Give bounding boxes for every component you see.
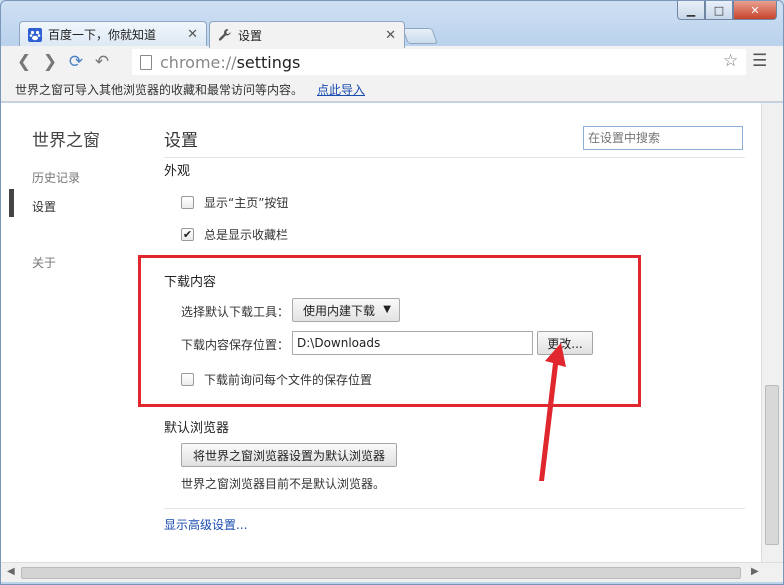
set-default-browser-button[interactable]: 将世界之窗浏览器设置为默认浏览器 bbox=[181, 443, 397, 467]
tab-title: 百度一下，你就知道 bbox=[48, 28, 157, 42]
footer-divider bbox=[164, 508, 745, 509]
undo-icon[interactable]: ↶ bbox=[89, 49, 115, 75]
sidebar-item-history[interactable]: 历史记录 bbox=[32, 169, 80, 186]
scroll-right-icon[interactable]: ▶ bbox=[751, 566, 759, 577]
maximize-button[interactable]: □ bbox=[705, 1, 733, 20]
page-icon bbox=[140, 54, 152, 70]
header-divider bbox=[164, 157, 745, 158]
menu-icon[interactable]: ☰ bbox=[752, 51, 767, 71]
tab-title: 设置 bbox=[238, 28, 263, 43]
forward-icon[interactable]: ❯ bbox=[37, 49, 63, 75]
horizontal-scrollbar[interactable]: ◀ ▶ bbox=[1, 562, 783, 582]
default-browser-section-title: 默认浏览器 bbox=[164, 421, 230, 436]
infobar-message: 世界之窗可导入其他浏览器的收藏和最常访问等内容。 bbox=[15, 83, 304, 97]
window-controls: ▁ □ ✕ bbox=[677, 1, 777, 20]
tab-settings[interactable]: 设置 ✕ bbox=[209, 21, 405, 48]
show-home-label: 显示“主页”按钮 bbox=[204, 196, 289, 210]
arrow-annotation-icon bbox=[539, 343, 566, 481]
back-icon[interactable]: ❮ bbox=[11, 49, 37, 75]
tab-baidu[interactable]: 百度一下，你就知道 ✕ bbox=[19, 21, 207, 47]
sidebar-item-about[interactable]: 关于 bbox=[32, 254, 56, 271]
star-icon[interactable]: ☆ bbox=[723, 51, 738, 71]
close-icon[interactable]: ✕ bbox=[385, 28, 396, 43]
scroll-left-icon[interactable]: ◀ bbox=[7, 566, 15, 577]
toolbar: ❮ ❯ ⟳ ↶ chrome://settings ☆ ☰ bbox=[1, 46, 783, 78]
close-button[interactable]: ✕ bbox=[733, 1, 777, 20]
show-bookmarks-checkbox[interactable]: ✔ bbox=[181, 228, 194, 241]
show-home-row: 显示“主页”按钮 bbox=[181, 194, 288, 211]
sidebar-title: 世界之窗 bbox=[32, 131, 100, 151]
address-bar[interactable]: chrome://settings bbox=[132, 49, 746, 75]
import-infobar: 世界之窗可导入其他浏览器的收藏和最常访问等内容。 点此导入 bbox=[1, 78, 783, 102]
show-home-checkbox[interactable] bbox=[181, 196, 194, 209]
settings-page: 世界之窗 历史记录 设置 关于 设置 外观 显示“主页”按钮 ✔ 总是显示收藏栏… bbox=[1, 103, 761, 562]
sidebar-selected-marker bbox=[9, 189, 14, 217]
show-advanced-link[interactable]: 显示高级设置... bbox=[164, 516, 247, 533]
page-title: 设置 bbox=[164, 131, 198, 151]
refresh-icon[interactable]: ⟳ bbox=[63, 49, 89, 75]
sidebar-item-settings[interactable]: 设置 bbox=[32, 198, 56, 215]
import-link[interactable]: 点此导入 bbox=[317, 81, 365, 98]
vertical-scrollbar[interactable] bbox=[761, 103, 783, 562]
appearance-section-title: 外观 bbox=[164, 164, 191, 179]
show-bookmarks-row: ✔ 总是显示收藏栏 bbox=[181, 226, 288, 243]
new-tab-button[interactable] bbox=[402, 28, 438, 44]
url-host: settings bbox=[236, 52, 301, 72]
url-scheme: chrome:// bbox=[160, 52, 237, 72]
close-icon[interactable]: ✕ bbox=[187, 27, 198, 42]
wrench-icon bbox=[218, 28, 232, 42]
default-browser-status: 世界之窗浏览器目前不是默认浏览器。 bbox=[181, 477, 386, 491]
settings-search-input[interactable] bbox=[583, 126, 743, 150]
paw-icon bbox=[28, 27, 42, 42]
minimize-button[interactable]: ▁ bbox=[677, 1, 705, 20]
vertical-scroll-thumb[interactable] bbox=[765, 385, 779, 545]
show-bookmarks-label: 总是显示收藏栏 bbox=[204, 228, 289, 242]
horizontal-scroll-thumb[interactable] bbox=[21, 567, 741, 579]
